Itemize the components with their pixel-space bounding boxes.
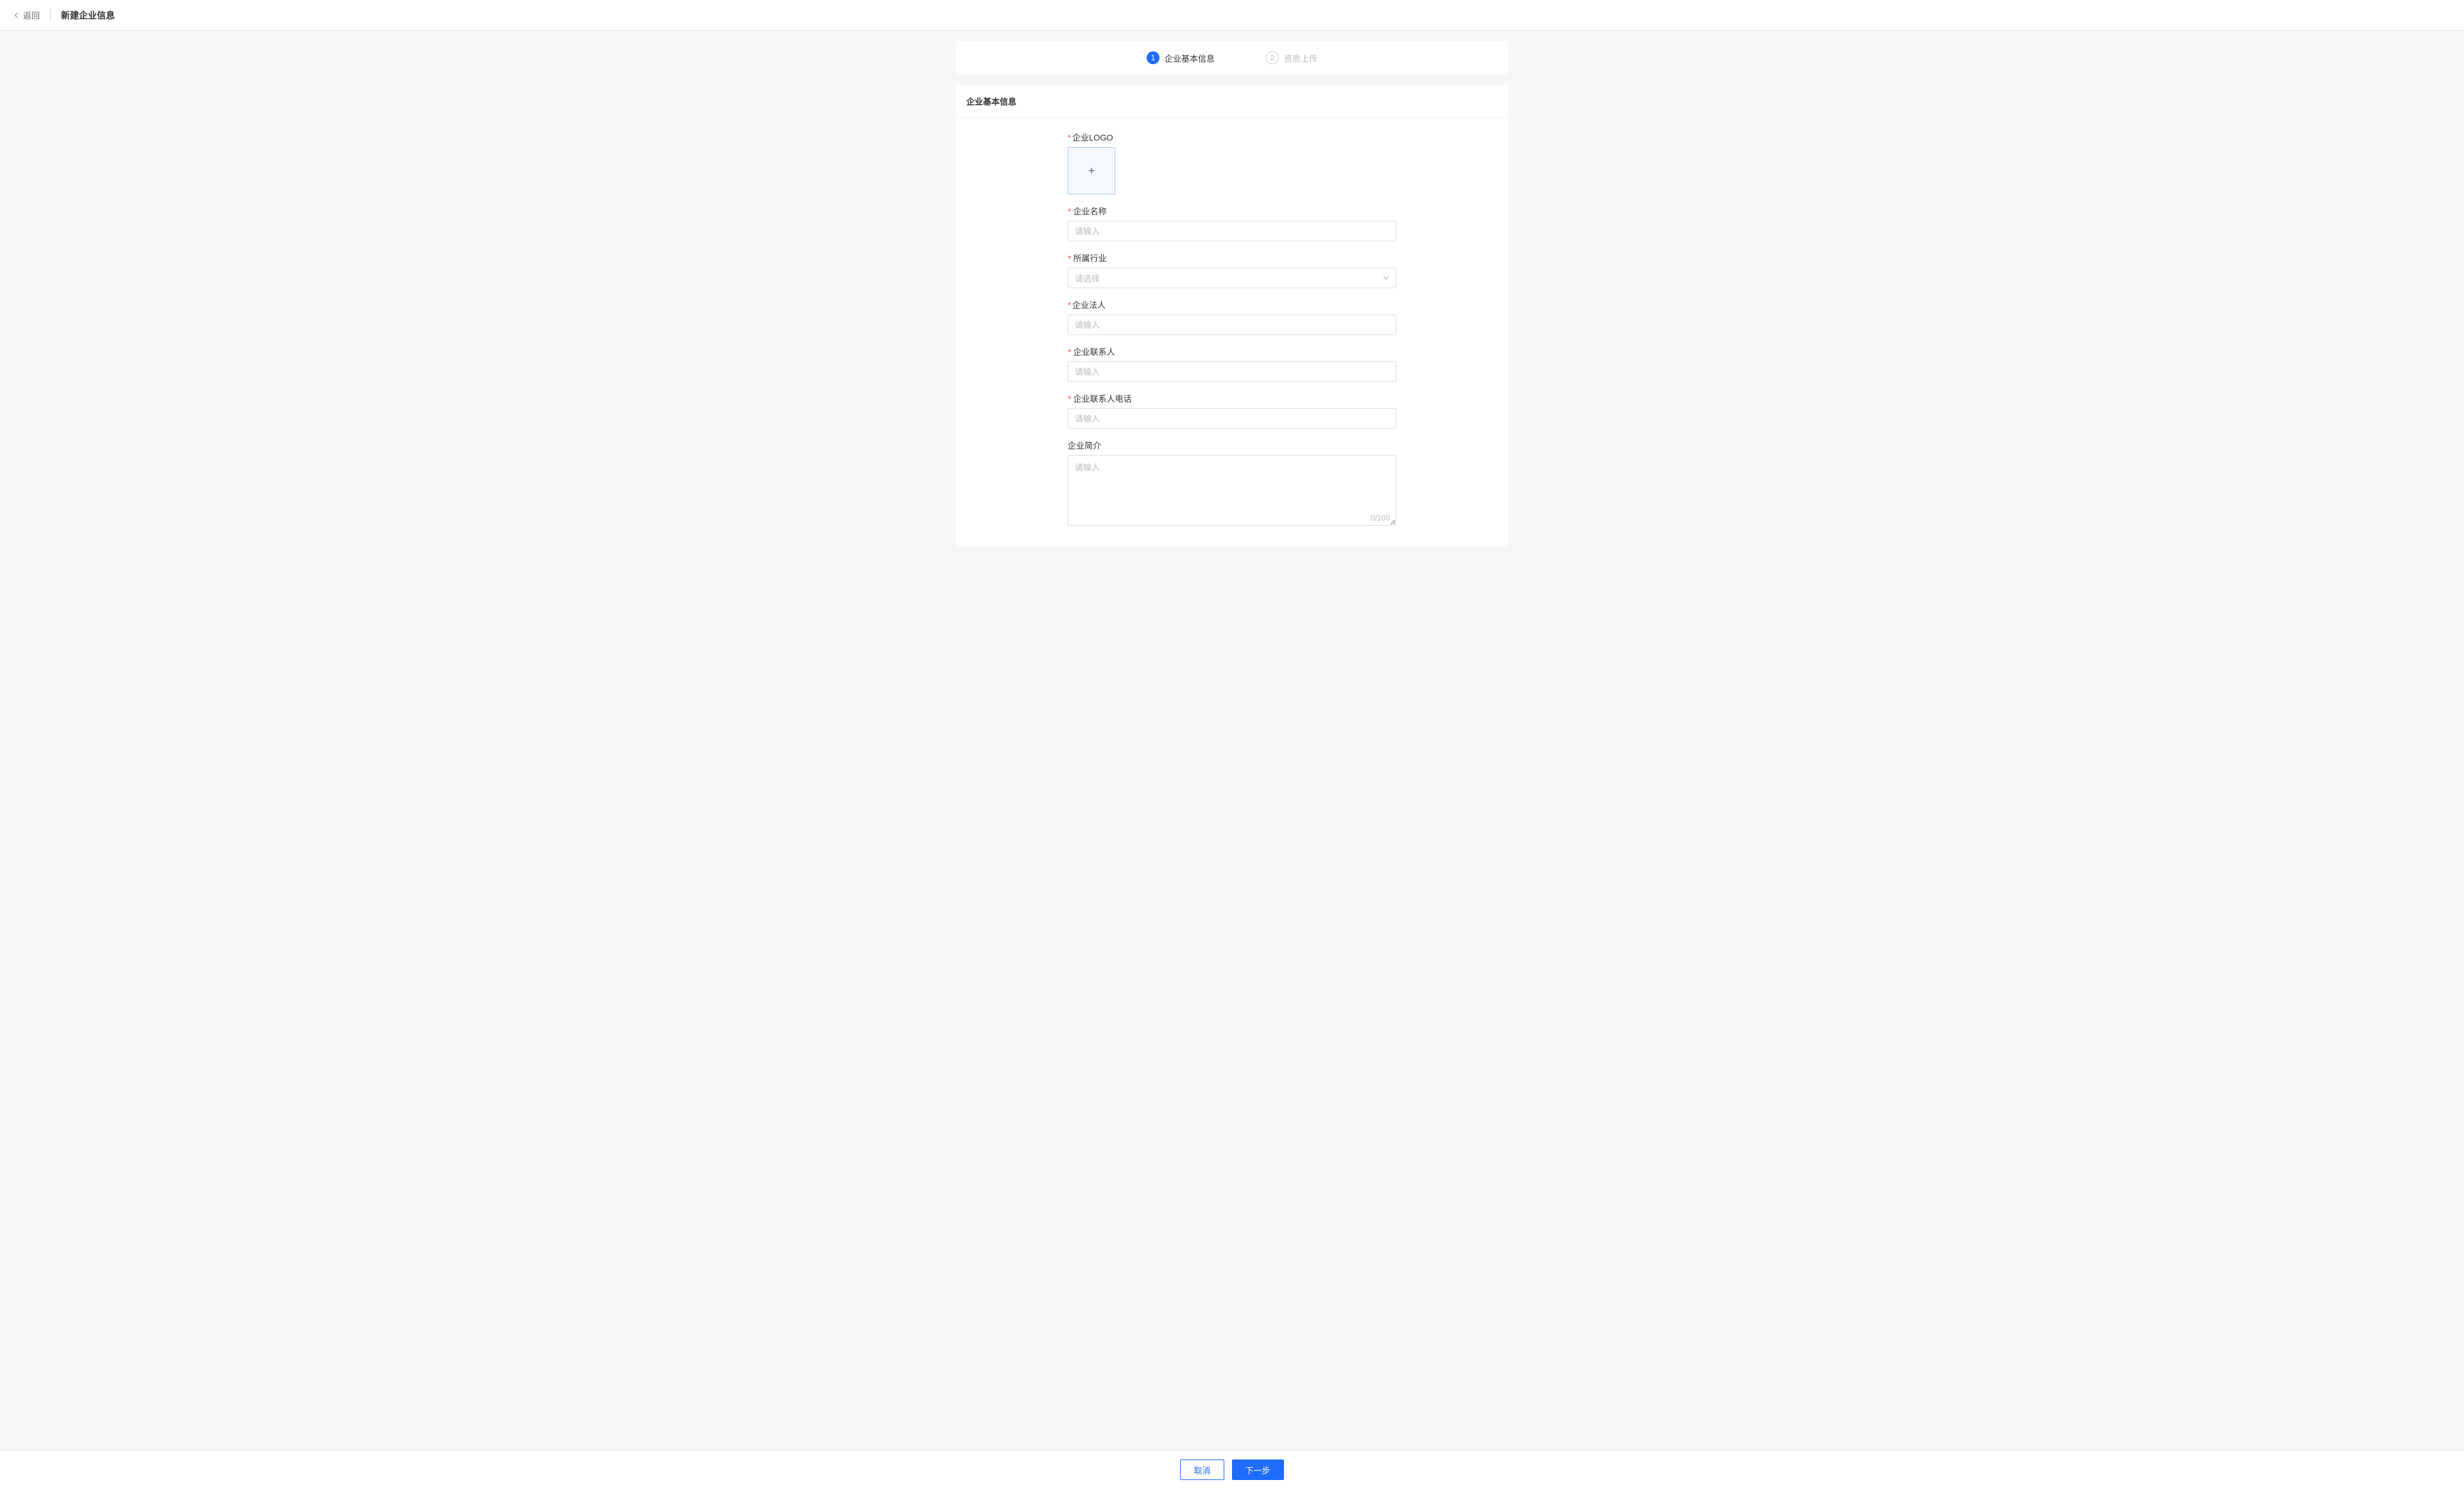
form-item-logo: 企业LOGO + [1068,131,1396,194]
step-qualification-upload: 2 资质上传 [1266,51,1317,64]
main-container: 1 企业基本信息 2 资质上传 企业基本信息 企业LOGO + 企业名称 [956,31,1508,598]
form-item-contact: 企业联系人 [1068,345,1396,382]
logo-label: 企业LOGO [1068,131,1396,143]
step-basic-info: 1 企业基本信息 [1147,51,1215,64]
contact-input[interactable] [1068,361,1396,382]
next-button[interactable]: 下一步 [1232,1459,1284,1480]
plus-icon: + [1088,164,1095,178]
cancel-button[interactable]: 取消 [1180,1459,1224,1480]
phone-input[interactable] [1068,408,1396,429]
intro-char-count: 0/100 [1371,513,1390,522]
footer-actions: 取消 下一步 [0,1450,2464,1489]
logo-upload-button[interactable]: + [1068,147,1115,194]
back-label: 返回 [23,9,40,21]
form-item-industry: 所属行业 请选择 [1068,252,1396,288]
page-title: 新建企业信息 [61,9,115,22]
step-number: 1 [1147,51,1159,64]
form-item-intro: 企业简介 0/100 [1068,439,1396,528]
form-section-title: 企业基本信息 [956,85,1508,118]
form-card: 企业基本信息 企业LOGO + 企业名称 所属行业 请 [956,85,1508,547]
legal-input[interactable] [1068,314,1396,335]
form-item-legal: 企业法人 [1068,298,1396,335]
intro-textarea-wrap: 0/100 [1068,455,1396,528]
industry-label: 所属行业 [1068,252,1396,264]
intro-textarea[interactable] [1068,455,1396,526]
step-number: 2 [1266,51,1279,64]
intro-label: 企业简介 [1068,439,1396,451]
form-body: 企业LOGO + 企业名称 所属行业 请选择 [956,118,1508,547]
name-input[interactable] [1068,221,1396,241]
form-item-name: 企业名称 [1068,205,1396,241]
step-label: 资质上传 [1284,52,1317,64]
chevron-left-icon [13,12,21,19]
back-button[interactable]: 返回 [13,9,51,22]
industry-select[interactable]: 请选择 [1068,268,1396,288]
contact-label: 企业联系人 [1068,345,1396,357]
steps-indicator: 1 企业基本信息 2 资质上传 [956,41,1508,74]
chevron-down-icon [1382,274,1390,282]
industry-select-display: 请选择 [1068,268,1396,288]
name-label: 企业名称 [1068,205,1396,217]
industry-placeholder: 请选择 [1075,272,1100,284]
form-inner: 企业LOGO + 企业名称 所属行业 请选择 [1068,131,1396,528]
legal-label: 企业法人 [1068,298,1396,311]
form-item-phone: 企业联系人电话 [1068,392,1396,429]
phone-label: 企业联系人电话 [1068,392,1396,404]
step-label: 企业基本信息 [1165,52,1215,64]
page-header: 返回 新建企业信息 [0,0,2464,31]
